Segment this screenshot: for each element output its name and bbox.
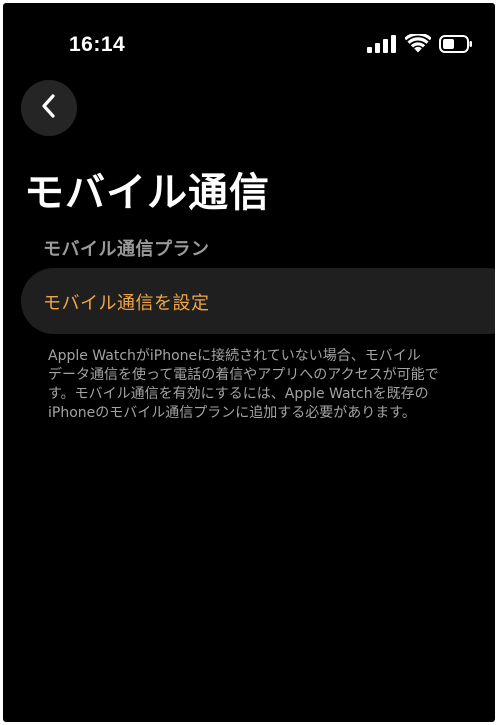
status-icons [367,34,473,53]
description-line: Apple WatchがiPhoneに接続されていない場合、モバイル [48,348,421,364]
setup-cellular-button[interactable]: モバイル通信を設定 [21,268,495,334]
description-line: データ通信を使って電話の着信やアプリへのアクセスが可能で [48,367,439,383]
screen: 16:14 モバイル通信 モバイル通信プラン モバイル通信を設定 Apple W… [3,3,495,722]
setup-cellular-label: モバイル通信を設定 [43,293,210,314]
page-title: モバイル通信 [24,170,270,216]
description-line: iPhoneのモバイル通信プランに追加する必要があります。 [48,405,416,421]
cellular-signal-icon [367,34,397,53]
description-text: Apple WatchがiPhoneに接続されていない場合、モバイル データ通信… [48,347,468,423]
chevron-left-icon [40,93,58,123]
section-header: モバイル通信プラン [43,239,210,260]
back-button[interactable] [21,80,77,136]
wifi-icon [405,34,431,53]
description-line: す。モバイル通信を有効にするには、Apple Watchを既存の [48,386,429,402]
battery-icon [439,34,473,53]
status-time: 16:14 [69,33,126,56]
